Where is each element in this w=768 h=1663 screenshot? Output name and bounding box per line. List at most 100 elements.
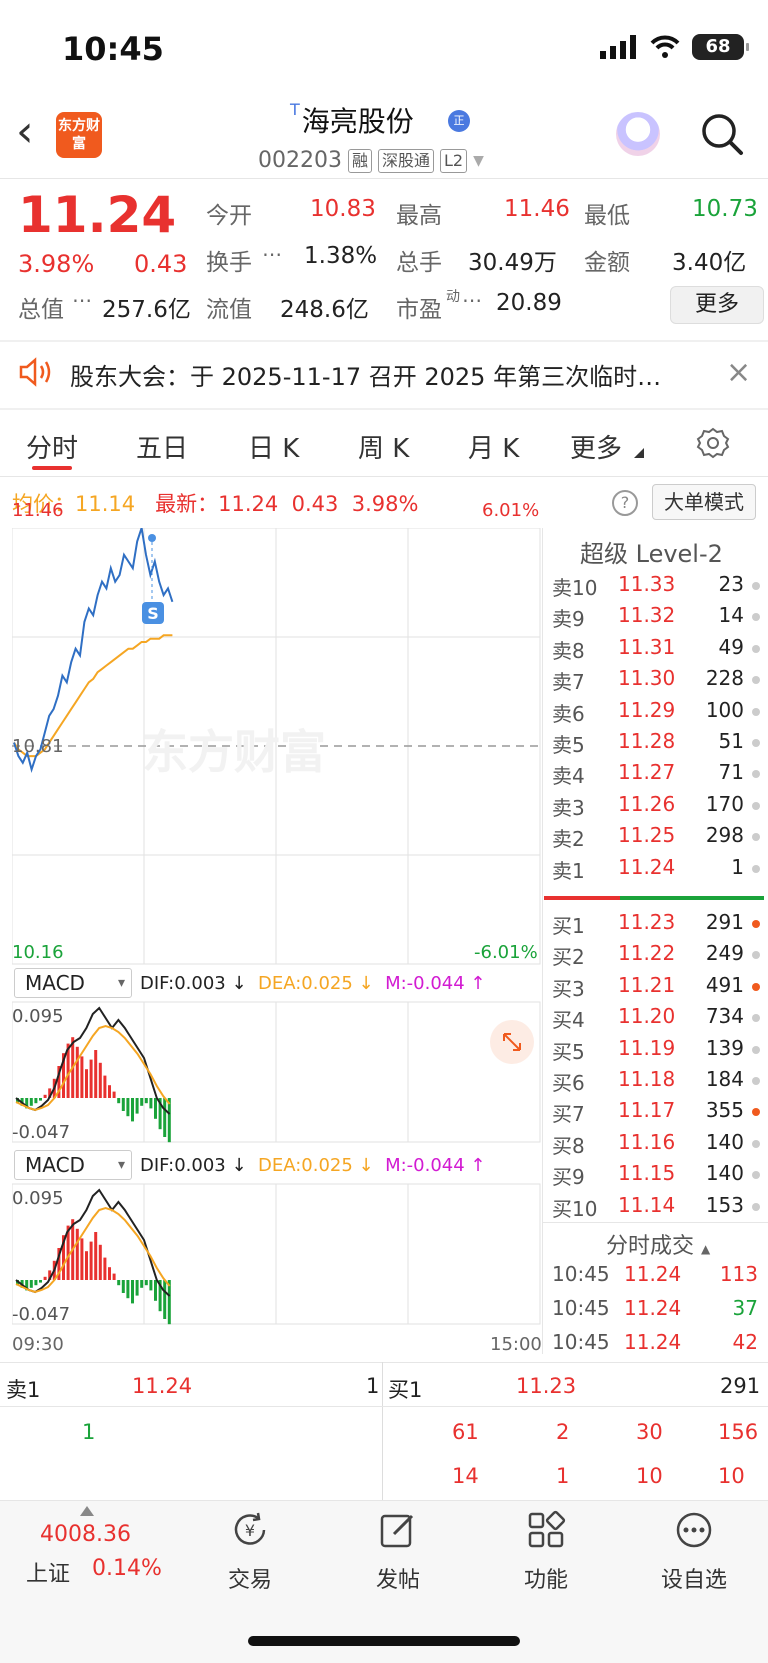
order-book-row[interactable]: 卖5 11.28 51 [550, 729, 764, 760]
order-book-row[interactable]: 卖3 11.26 170 [550, 792, 764, 823]
macd-bar [154, 1098, 157, 1119]
pe-type: 动 [446, 289, 460, 305]
order-dot-indicator [752, 1202, 760, 1211]
expand-icon[interactable] [490, 1020, 534, 1064]
order-price: 11.33 [618, 572, 676, 596]
order-price: 11.25 [618, 823, 676, 848]
notice-text[interactable]: 股东大会：于 2025-11-17 召开 2025 年第三次临时… [70, 357, 661, 392]
ticks-title[interactable]: 分时成交 ▲ [606, 1228, 710, 1260]
queue-buy-volume: 291 [720, 1374, 761, 1398]
order-volume: 23 [718, 572, 744, 596]
open-label: 今开 [206, 203, 252, 229]
level2-title[interactable]: 超级 Level-2 [580, 534, 723, 569]
more-button[interactable]: 更多 [670, 286, 764, 324]
macd-bar [140, 1098, 144, 1106]
order-book-row[interactable]: 买1 11.23 291 [550, 910, 764, 941]
info-dots-icon[interactable]: ⋯ [72, 288, 92, 312]
order-level-label: 卖2 [552, 827, 585, 852]
order-dot-indicator [752, 1108, 760, 1117]
macd-bar [154, 1280, 157, 1301]
order-book-row[interactable]: 买10 11.14 153 [550, 1193, 764, 1224]
tab-intraday[interactable]: 分时 [26, 428, 78, 465]
divider [0, 340, 768, 342]
search-icon[interactable] [700, 112, 744, 156]
order-dot-indicator [752, 770, 760, 779]
order-book-row[interactable]: 买4 11.20 734 [550, 1004, 764, 1035]
speaker-icon [19, 357, 51, 387]
nav-watchlist-settings[interactable]: 设自选 [634, 1510, 754, 1594]
nav-post[interactable]: 发帖 [338, 1510, 458, 1594]
order-book-row[interactable]: 买2 11.22 249 [550, 941, 764, 972]
tick-volume: 42 [732, 1330, 758, 1354]
queue-buy-item: 1 [556, 1464, 570, 1488]
big-order-mode-button[interactable]: 大单模式 [652, 484, 756, 520]
index-name[interactable]: 上证 [26, 1556, 70, 1588]
index-percent[interactable]: 0.14% [92, 1556, 162, 1581]
order-level-label: 卖1 [552, 858, 585, 883]
order-book-row[interactable]: 卖8 11.31 49 [550, 635, 764, 666]
nav-trade[interactable]: ¥ 交易 [190, 1510, 310, 1594]
stock-name[interactable]: T海亮股份 [290, 100, 414, 140]
order-book-row[interactable]: 卖6 11.29 100 [550, 698, 764, 729]
more-dots-icon [676, 1512, 712, 1548]
indicator-selector[interactable]: MACD [14, 968, 132, 998]
nav-functions[interactable]: 功能 [486, 1510, 606, 1594]
macd-bar [108, 1267, 111, 1280]
order-dot-indicator [752, 1045, 760, 1054]
tab-daily-k[interactable]: 日 K [248, 428, 299, 465]
app-logo[interactable]: 东方财富 [56, 112, 102, 158]
home-indicator[interactable] [248, 1636, 520, 1646]
stock-code-row[interactable]: 002203 融 深股通 L2 ▼ [258, 148, 484, 173]
help-icon[interactable]: ? [612, 490, 638, 516]
order-book-row[interactable]: 卖7 11.30 228 [550, 666, 764, 697]
info-dots-icon[interactable]: ⋯ [462, 288, 482, 312]
divider [542, 528, 543, 1354]
tick-price: 11.24 [624, 1262, 682, 1286]
sell-strength-bar [620, 896, 764, 900]
order-book-row[interactable]: 买7 11.17 355 [550, 1098, 764, 1129]
queue-sell-item: 1 [82, 1420, 96, 1444]
tab-monthly-k[interactable]: 月 K [468, 428, 519, 465]
chart-grid [12, 528, 541, 1325]
nav-watchlist-label: 设自选 [660, 1568, 727, 1593]
queue-sell-volume: 1 [366, 1374, 380, 1398]
queue-buy-item: 30 [636, 1420, 663, 1444]
gear-icon[interactable] [696, 426, 730, 460]
order-price: 11.16 [618, 1129, 676, 1154]
time-start: 09:30 [12, 1334, 64, 1355]
order-book-row[interactable]: 卖9 11.32 14 [550, 603, 764, 634]
order-volume: 153 [705, 1192, 744, 1217]
order-book-row[interactable]: 卖10 11.33 23 [550, 572, 764, 603]
macd-values: DIF:0.003 ↓ DEA:0.025 ↓ M:-0.044 ↑ [140, 973, 486, 994]
order-dot-indicator [752, 707, 760, 716]
assistant-avatar-icon[interactable] [616, 112, 660, 156]
indicator-selector[interactable]: MACD [14, 1150, 132, 1180]
queue-buy-item: 156 [718, 1420, 759, 1444]
order-volume: 291 [705, 910, 744, 934]
close-icon[interactable]: × [726, 355, 751, 390]
tab-more[interactable]: 更多 [570, 428, 622, 465]
intraday-chart[interactable]: 东方财富 S [12, 528, 542, 1360]
order-book-row[interactable]: 卖1 11.24 1 [550, 855, 764, 886]
macd-bar [140, 1280, 144, 1288]
order-price: 11.30 [618, 666, 676, 691]
order-book-row[interactable]: 买8 11.16 140 [550, 1130, 764, 1161]
tab-five-day[interactable]: 五日 [136, 428, 188, 465]
order-volume: 228 [705, 666, 744, 691]
verified-icon: 正 [448, 110, 470, 132]
order-price: 11.19 [618, 1035, 676, 1060]
tick-time: 10:45 [552, 1330, 610, 1354]
back-button[interactable]: ‹ [16, 110, 34, 154]
order-book-row[interactable]: 卖2 11.25 298 [550, 823, 764, 854]
macd-dif-value: DIF:0.003 ↓ [140, 1155, 247, 1176]
order-book-row[interactable]: 买6 11.18 184 [550, 1067, 764, 1098]
order-book-row[interactable]: 买5 11.19 139 [550, 1036, 764, 1067]
tab-weekly-k[interactable]: 周 K [358, 428, 409, 465]
index-value[interactable]: 4008.36 [40, 1522, 131, 1547]
ticks-title-text: 分时成交 [606, 1234, 695, 1259]
order-book-row[interactable]: 买9 11.15 140 [550, 1161, 764, 1192]
order-book-row[interactable]: 卖4 11.27 71 [550, 760, 764, 791]
info-dots-icon[interactable]: ⋯ [262, 242, 282, 266]
order-book-row[interactable]: 买3 11.21 491 [550, 973, 764, 1004]
macd-bar [149, 1098, 153, 1109]
